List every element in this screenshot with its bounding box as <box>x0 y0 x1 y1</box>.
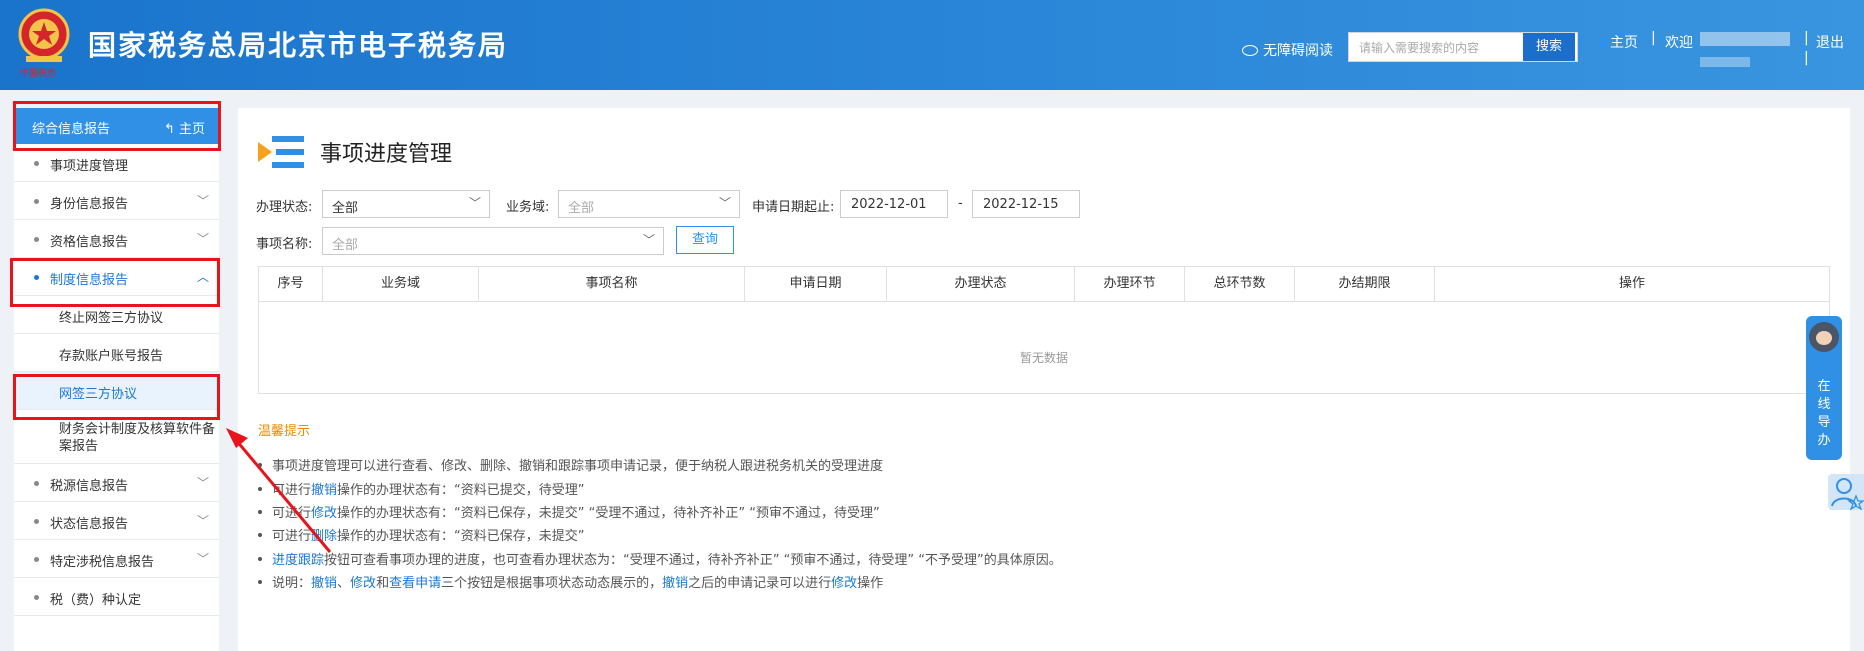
online-guide-button[interactable]: 在线导办 <box>1806 316 1842 460</box>
online-guide-label: 在线导办 <box>1817 379 1831 448</box>
user-icon <box>1831 478 1864 511</box>
annotation-arrow <box>226 428 332 553</box>
user-service-button[interactable] <box>1828 474 1864 511</box>
assistant-avatar-icon <box>1809 322 1839 352</box>
